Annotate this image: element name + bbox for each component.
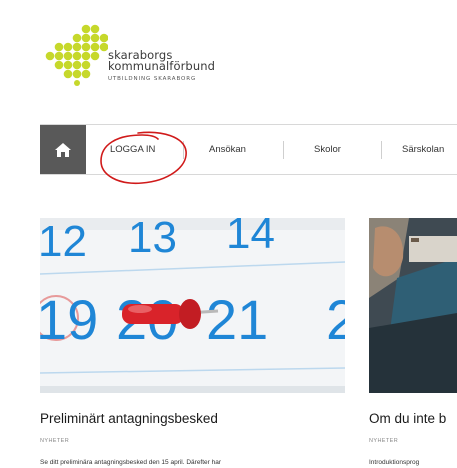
card-title[interactable]: Preliminärt antagningsbesked <box>40 411 218 426</box>
logo-dots-icon <box>45 24 108 86</box>
nav-item-sarskolan[interactable]: Särskolan <box>402 125 444 174</box>
calendar-number: 14 <box>226 218 275 258</box>
calendar-number: 12 <box>40 218 87 266</box>
card-excerpt: Se ditt preliminära antagningsbesked den… <box>40 459 222 466</box>
logo-line-2: kommunalförbund <box>108 59 215 73</box>
card-excerpt: Introduktionsprog <box>369 459 420 466</box>
card-category[interactable]: NYHETER <box>369 438 398 444</box>
news-card[interactable]: Om du inte b NYHETER Introduktionsprog <box>369 218 457 468</box>
home-button[interactable] <box>40 125 86 174</box>
calendar-image: 12 13 14 19 20 21 2 <box>40 218 345 393</box>
card-category[interactable]: NYHETER <box>40 438 69 444</box>
calendar-number: 13 <box>128 218 177 262</box>
logo-text: skaraborgs kommunalförbund UTBILDNING SK… <box>108 49 215 82</box>
nav-item-skolor[interactable]: Skolor <box>314 125 341 174</box>
nav-divider <box>381 141 382 159</box>
news-card[interactable]: 12 13 14 19 20 21 2 Preliminärt antagnin… <box>40 218 350 468</box>
card-image-calendar[interactable]: 12 13 14 19 20 21 2 <box>40 218 345 393</box>
annotation-circle <box>100 131 187 185</box>
nav-divider <box>283 141 284 159</box>
calendar-number: 2 <box>326 288 345 351</box>
site-logo[interactable]: skaraborgs kommunalförbund UTBILDNING SK… <box>42 24 242 94</box>
people-photo <box>369 218 457 393</box>
calendar-number: 21 <box>206 288 268 351</box>
calendar-number: 19 <box>40 288 98 351</box>
card-image-people[interactable] <box>369 218 457 393</box>
nav-item-ansokan[interactable]: Ansökan <box>209 125 246 174</box>
card-title[interactable]: Om du inte b <box>369 411 446 426</box>
logo-line-3: UTBILDNING SKARABORG <box>108 76 197 82</box>
home-icon <box>55 142 71 157</box>
